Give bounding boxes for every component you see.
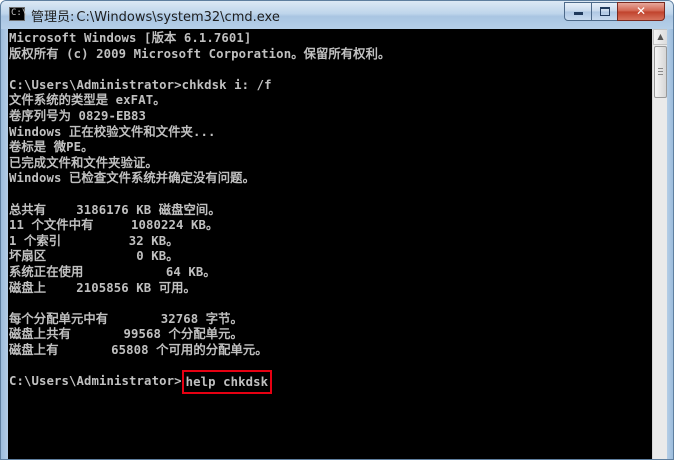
- cmd-app-icon[interactable]: C:\: [9, 7, 28, 21]
- console-line: 磁盘上 2105856 KB 可用。: [9, 280, 196, 295]
- window-frame-left: [1, 29, 8, 459]
- minimize-icon: [573, 12, 583, 15]
- console-line: 已完成文件和文件夹验证。: [9, 155, 158, 170]
- console-line: 每个分配单元中有 32768 字节。: [9, 311, 243, 326]
- console-line: 磁盘上有 65808 个可用的分配单元。: [9, 342, 268, 357]
- command-prompt-line[interactable]: C:\Users\Administrator> help chkdsk: [9, 370, 390, 395]
- console-line: Microsoft Windows [版本 6.1.7601]: [9, 31, 252, 45]
- minimize-button[interactable]: [564, 2, 592, 21]
- thumb-grip-line: [658, 71, 663, 72]
- window-title: 管理员: C:\Windows\system32\cmd.exe: [31, 6, 280, 25]
- thumb-grip-line: [658, 68, 663, 69]
- cmd-app-icon-glyph: C:\: [11, 8, 28, 18]
- maximize-icon: [599, 7, 610, 16]
- console-line: Windows 正在校验文件和文件夹...: [9, 124, 216, 139]
- scrollbar-thumb[interactable]: [654, 46, 667, 98]
- console-line: 1 个索引 32 KB。: [9, 233, 179, 248]
- vertical-scrollbar[interactable]: ▲: [652, 29, 668, 459]
- highlighted-command[interactable]: help chkdsk: [181, 370, 273, 395]
- close-button[interactable]: ✕: [617, 2, 665, 21]
- window-title-prefix: 管理员:: [31, 10, 75, 25]
- console-line: 坏扇区 0 KB。: [9, 249, 179, 264]
- scroll-up-arrow-icon: ▲: [657, 32, 664, 41]
- console-line: C:\Users\Administrator>chkdsk i: /f: [9, 77, 272, 92]
- cmd-window: C:\ 管理员: C:\Windows\system32\cmd.exe ✕ Mi…: [0, 0, 674, 460]
- title-bar[interactable]: C:\ 管理员: C:\Windows\system32\cmd.exe ✕: [1, 1, 673, 29]
- console-line: 系统正在使用 64 KB。: [9, 264, 216, 279]
- console-line: 文件系统的类型是 exFAT。: [9, 93, 166, 108]
- console-line: 卷序列号为 0829-EB83: [9, 108, 147, 123]
- prompt-path: C:\Users\Administrator>: [9, 374, 182, 389]
- console-line: 磁盘上共有 99568 个分配单元。: [9, 327, 243, 342]
- thumb-grip-line: [658, 74, 663, 75]
- console-line: 总共有 3186176 KB 磁盘空间。: [9, 202, 221, 217]
- console-line: Windows 已检查文件系统并确定没有问题。: [9, 171, 255, 186]
- maximize-button[interactable]: [591, 2, 618, 21]
- console-line: 11 个文件中有 1080224 KB。: [9, 218, 219, 233]
- scroll-up-button[interactable]: ▲: [653, 29, 668, 45]
- window-frame-right: [667, 29, 673, 459]
- console-output[interactable]: Microsoft Windows [版本 6.1.7601] 版权所有 (c) …: [8, 29, 652, 459]
- console-line: 版权所有 (c) 2009 Microsoft Corporation。保留所有…: [9, 46, 391, 61]
- console-line: 卷标是 微PE。: [9, 140, 94, 155]
- close-icon: ✕: [635, 4, 647, 18]
- console-lines: Microsoft Windows [版本 6.1.7601] 版权所有 (c) …: [9, 31, 391, 395]
- window-title-path: C:\Windows\system32\cmd.exe: [76, 10, 280, 25]
